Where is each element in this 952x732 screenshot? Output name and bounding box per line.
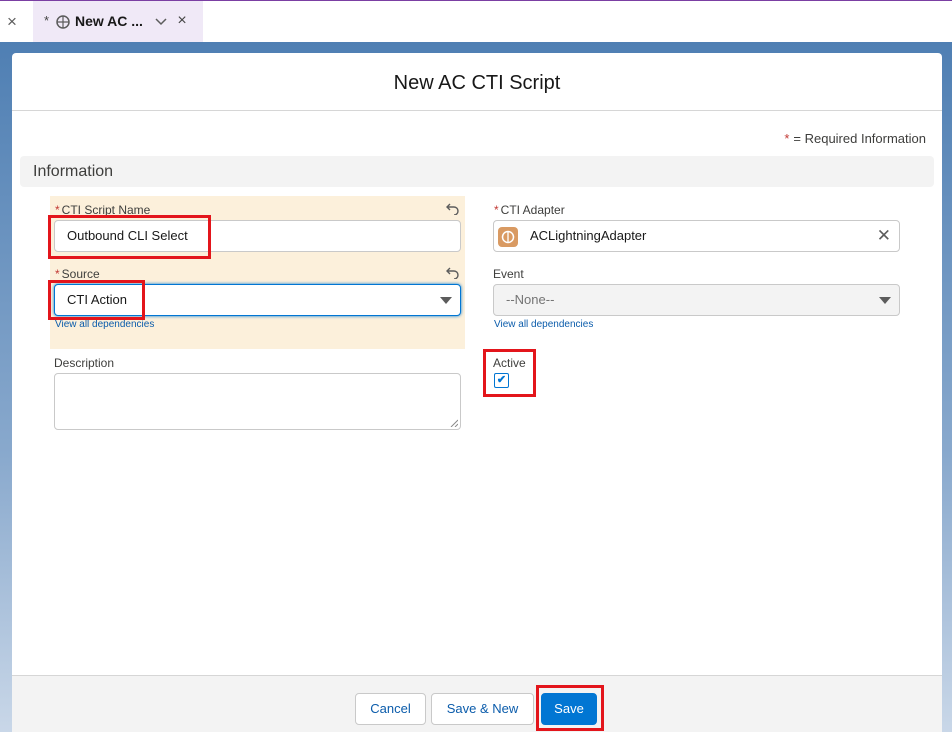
cti-script-name-label-text: CTI Script Name [61, 203, 151, 217]
save-button[interactable]: Save [541, 693, 597, 725]
cti-script-icon [56, 15, 70, 29]
cti-adapter-value: ACLightningAdapter [530, 228, 647, 243]
description-textarea[interactable] [54, 373, 461, 430]
cancel-button[interactable]: Cancel [355, 693, 426, 725]
workspace-tab-bar: × * New AC ... × [0, 0, 952, 42]
source-view-dependencies-link[interactable]: View all dependencies [55, 319, 154, 330]
undo-icon[interactable] [446, 201, 460, 215]
description-label: Description [54, 356, 115, 370]
event-value: --None-- [506, 292, 555, 307]
modal-footer: Cancel Save & New Save [12, 675, 942, 732]
clear-selection-icon[interactable]: ✕ [877, 221, 891, 251]
cti-adapter-icon [498, 227, 518, 247]
required-info-text: = Required Information [793, 131, 926, 146]
cti-adapter-label: * CTI Adapter [494, 203, 565, 217]
cti-adapter-label-text: CTI Adapter [500, 203, 565, 217]
event-picklist[interactable]: --None-- [493, 284, 900, 316]
cti-adapter-lookup[interactable]: ACLightningAdapter ✕ [493, 220, 900, 252]
save-and-new-button[interactable]: Save & New [431, 693, 534, 725]
modal-header: New AC CTI Script [12, 53, 942, 111]
new-record-modal: New AC CTI Script * = Required Informatio… [12, 53, 942, 732]
close-previous-tab-icon[interactable]: × [4, 13, 20, 31]
source-label: * Source [55, 267, 100, 281]
unsaved-marker: * [44, 13, 50, 28]
chevron-down-icon [879, 297, 891, 304]
modal-title: New AC CTI Script [393, 72, 561, 94]
event-view-dependencies-link[interactable]: View all dependencies [494, 319, 593, 330]
source-label-text: Source [61, 267, 100, 281]
required-star: * [55, 203, 60, 217]
cti-script-name-input[interactable]: Outbound CLI Select [54, 220, 461, 252]
tab-new-ac-cti-script[interactable]: * New AC ... × [33, 1, 203, 42]
source-picklist[interactable]: CTI Action [54, 284, 461, 316]
section-title: Information [33, 163, 114, 180]
section-information[interactable]: Information [20, 156, 934, 187]
chevron-down-icon [440, 297, 452, 304]
undo-icon[interactable] [446, 265, 460, 279]
event-label: Event [493, 267, 524, 281]
active-label: Active [493, 356, 526, 370]
required-star: * [55, 267, 60, 281]
required-star: * [494, 203, 499, 217]
required-star: * [784, 131, 790, 146]
source-value: CTI Action [67, 292, 127, 307]
close-tab-icon[interactable]: × [175, 12, 189, 30]
cti-script-name-value: Outbound CLI Select [67, 228, 188, 243]
active-checkbox[interactable]: ✔ [494, 373, 509, 388]
resize-grip-icon[interactable] [450, 419, 458, 427]
tab-title: New AC ... [75, 13, 143, 29]
required-information-legend: * = Required Information [784, 131, 926, 146]
cti-script-name-label: * CTI Script Name [55, 203, 150, 217]
chevron-down-icon[interactable] [154, 13, 168, 29]
